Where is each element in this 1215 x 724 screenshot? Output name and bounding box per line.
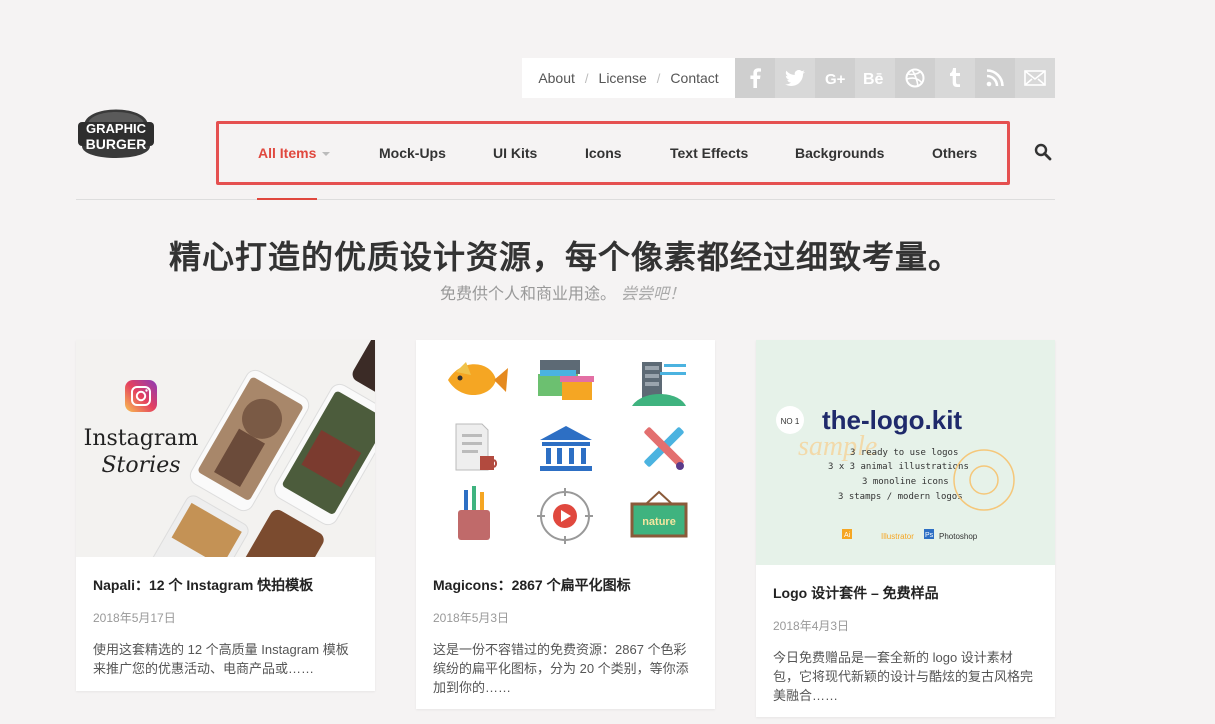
nav-icons[interactable]: Icons	[585, 145, 622, 161]
nature-sign-icon: nature	[630, 490, 688, 538]
rss-icon[interactable]	[975, 58, 1015, 98]
active-nav-indicator	[257, 198, 317, 200]
main-nav: All Items Mock-Ups UI Kits Icons Text Ef…	[216, 121, 1010, 185]
top-links: About / License / Contact	[522, 58, 735, 98]
thumb-badge: NO 1	[781, 417, 800, 426]
logo-text-line2: BURGER	[86, 136, 147, 152]
target-play-icon	[537, 488, 593, 544]
caret-down-icon	[322, 152, 331, 157]
thumb-line: 3 monoline icons	[862, 477, 949, 487]
post-title[interactable]: Napali：12 个 Instagram 快拍模板	[93, 575, 358, 595]
svg-text:Bē: Bē	[863, 71, 884, 86]
thumb-title-instagram: Instagram	[84, 426, 199, 451]
post-excerpt: 这是一份不容错过的免费资源：2867 个色彩缤纷的扁平化图标，分为 20 个类别…	[433, 642, 689, 695]
nature-sign-label: nature	[642, 516, 676, 528]
contact-link[interactable]: Contact	[670, 70, 718, 86]
building-icon	[632, 362, 686, 406]
nav-ui-kits[interactable]: UI Kits	[493, 145, 537, 161]
document-coffee-icon	[455, 423, 498, 471]
license-link[interactable]: License	[599, 70, 647, 86]
post-title[interactable]: Logo 设计套件 – 免费样品	[773, 583, 1038, 603]
stamp-icon	[953, 449, 1015, 511]
thumb-line: 3 stamps / modern logos	[838, 492, 963, 502]
page-subheadline: 免费供个人和商业用途。 尝尝吧！	[0, 280, 1125, 304]
post-excerpt: 今日免费赠品是一套全新的 logo 设计素材包，它将现代新颖的设计与酷炫的复古风…	[773, 650, 1034, 703]
graphicburger-logo[interactable]: GRAPHIC BURGER	[76, 96, 156, 168]
photoshop-label: Photoshop	[939, 532, 978, 541]
thumb-line: 3 x 3 animal illustrations	[828, 462, 969, 472]
nav-text-effects[interactable]: Text Effects	[670, 145, 748, 161]
sub-emphasis: 尝尝吧！	[621, 284, 686, 303]
page-headline: 精心打造的优质设计资源，每个像素都经过细致考量。	[168, 238, 961, 276]
nav-mock-ups[interactable]: Mock-Ups	[379, 145, 446, 161]
tumblr-icon[interactable]	[935, 58, 975, 98]
post-thumbnail[interactable]: nature	[416, 340, 715, 557]
nav-others[interactable]: Others	[932, 145, 977, 161]
social-bar: G+ Bē	[735, 58, 1055, 98]
post-card-napali[interactable]: Instagram Stories Napali：12 个 Instagram …	[76, 340, 375, 691]
nav-all-items[interactable]: All Items	[258, 145, 331, 161]
post-title[interactable]: Magicons：2867 个扁平化图标	[433, 575, 698, 595]
header-divider	[76, 199, 1055, 200]
nav-backgrounds[interactable]: Backgrounds	[795, 145, 884, 161]
illustrator-icon: Ai	[844, 532, 851, 539]
about-link[interactable]: About	[538, 70, 575, 86]
svg-text:G+: G+	[825, 71, 845, 86]
instagram-icon	[125, 380, 157, 412]
post-thumbnail[interactable]: Instagram Stories	[76, 340, 375, 557]
post-card-magicons[interactable]: nature Magicons：2867 个扁平化图标 2018年5月3日 这是…	[416, 340, 715, 709]
pencil-cup-icon	[458, 486, 490, 540]
twitter-icon[interactable]	[775, 58, 815, 98]
illustrator-label: Illustrator	[881, 532, 914, 541]
sub-text: 免费供个人和商业用途。	[439, 284, 616, 303]
separator: /	[584, 70, 589, 86]
behance-icon[interactable]: Bē	[855, 58, 895, 98]
pencil-brush-icon	[644, 427, 684, 470]
thumb-line: 3 ready to use logos	[850, 448, 958, 458]
thumb-title-stories: Stories	[101, 453, 180, 478]
post-thumbnail[interactable]: NO 1 the-logo.kit sample 3 ready to use …	[756, 340, 1055, 565]
facebook-icon[interactable]	[735, 58, 775, 98]
post-date: 2018年4月3日	[773, 619, 850, 633]
photoshop-icon: Ps	[925, 532, 934, 539]
bank-icon	[540, 426, 592, 471]
post-excerpt: 使用这套精选的 12 个高质量 Instagram 模板来推广您的优惠活动、电商…	[93, 642, 349, 676]
logo-text-line1: GRAPHIC	[86, 121, 147, 136]
post-date: 2018年5月3日	[433, 611, 510, 625]
nav-all-items-label: All Items	[258, 145, 317, 161]
search-icon[interactable]	[1034, 143, 1052, 161]
separator: /	[656, 70, 661, 86]
boxes-icon	[538, 360, 594, 400]
google-plus-icon[interactable]: G+	[815, 58, 855, 98]
dribbble-icon[interactable]	[895, 58, 935, 98]
fish-icon	[448, 362, 508, 396]
mail-icon[interactable]	[1015, 58, 1055, 98]
post-card-logo-kit[interactable]: NO 1 the-logo.kit sample 3 ready to use …	[756, 340, 1055, 717]
post-date: 2018年5月17日	[93, 611, 176, 625]
